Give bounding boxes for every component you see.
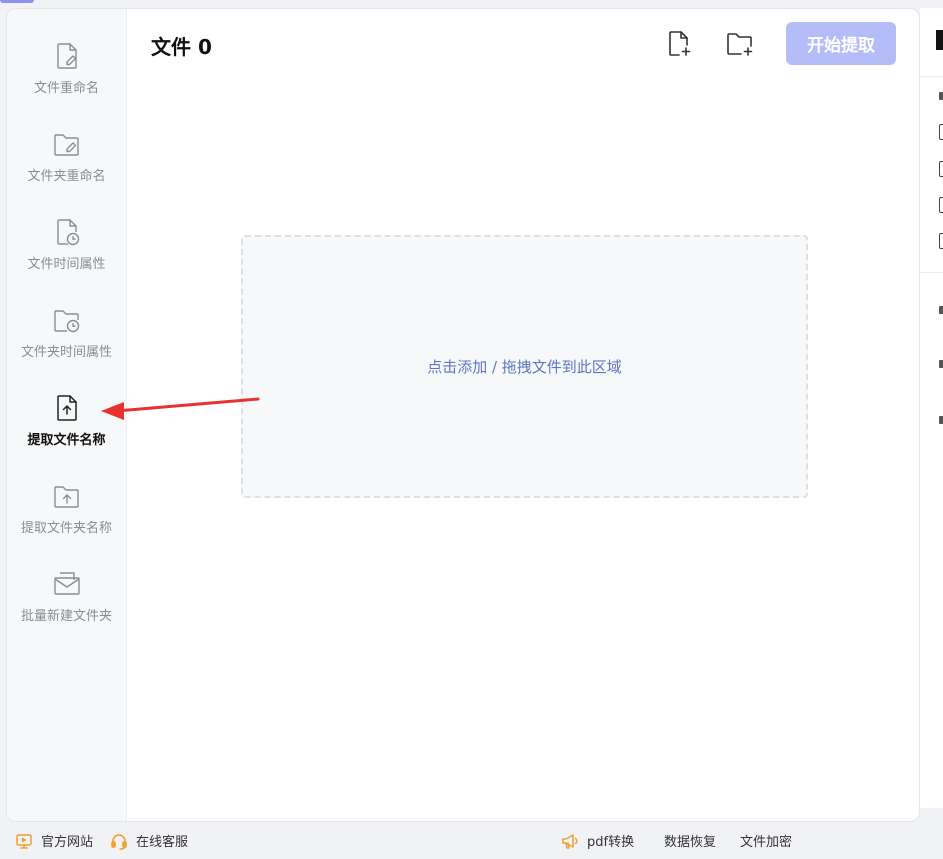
footer-data-recovery-label: 数据恢复 xyxy=(664,835,717,850)
settings-label-fragment xyxy=(939,360,943,368)
sidebar-item-label: 文件夹重命名 xyxy=(27,169,106,184)
settings-panel-title-fragment xyxy=(936,30,943,50)
add-folder-icon[interactable] xyxy=(725,29,755,59)
settings-checkbox[interactable] xyxy=(939,233,943,249)
sidebar-item-label: 提取文件夹名称 xyxy=(20,521,112,536)
footer-official-site[interactable]: 官方网站 xyxy=(15,831,93,850)
settings-checkbox[interactable] xyxy=(939,161,943,177)
footer-file-encrypt[interactable]: 文件加密 xyxy=(740,831,792,850)
folder-upload-icon xyxy=(53,486,79,508)
folder-clock-icon xyxy=(53,310,79,333)
settings-divider xyxy=(920,272,943,273)
footer-pdf-convert-label: pdf转换 xyxy=(587,835,635,850)
sidebar-item-label: 文件时间属性 xyxy=(27,257,106,272)
sidebar-item-folder-rename[interactable]: 文件夹重命名 xyxy=(7,129,126,209)
settings-divider xyxy=(920,76,943,77)
settings-label-fragment xyxy=(939,92,943,100)
main-area: 文件 0 开始提取 点击添加 / 拖拽文件到此区域 xyxy=(127,9,919,821)
file-count-title: 文件 0 xyxy=(151,35,212,59)
footer-bar: 官方网站 在线客服 pdf转换 数据恢复 文件加密 xyxy=(0,822,943,859)
sidebar-item-label: 文件夹时间属性 xyxy=(20,345,112,360)
add-file-icon[interactable] xyxy=(664,29,694,59)
file-drop-zone[interactable]: 点击添加 / 拖拽文件到此区域 xyxy=(241,235,808,498)
sidebar-item-extract-folder-names[interactable]: 提取文件夹名称 xyxy=(7,481,126,561)
sidebar-item-extract-file-names[interactable]: 提取文件名称 xyxy=(7,393,126,473)
footer-data-recovery[interactable]: 数据恢复 xyxy=(664,831,716,850)
sidebar-item-label: 批量新建文件夹 xyxy=(20,609,112,624)
settings-panel xyxy=(920,8,943,808)
sidebar-item-label: 提取文件名称 xyxy=(27,433,106,448)
settings-checkbox[interactable] xyxy=(939,124,943,140)
sidebar-item-folder-time[interactable]: 文件夹时间属性 xyxy=(7,305,126,385)
footer-online-service[interactable]: 在线客服 xyxy=(110,831,188,850)
sidebar-item-file-rename[interactable]: 文件重命名 xyxy=(7,41,126,121)
footer-online-service-label: 在线客服 xyxy=(136,835,189,850)
sidebar-item-label: 文件重命名 xyxy=(33,81,99,96)
settings-label-fragment xyxy=(939,416,943,424)
headset-icon xyxy=(111,833,127,850)
footer-pdf-convert[interactable]: pdf转换 xyxy=(561,831,634,850)
sidebar-item-file-time[interactable]: 文件时间属性 xyxy=(7,217,126,297)
file-upload-icon xyxy=(56,395,77,421)
footer-official-site-label: 官方网站 xyxy=(41,835,94,850)
megaphone-icon xyxy=(562,833,578,849)
app-panel: 文件重命名 文件夹重命名 文件时间属性 文件夹时间属性 提取文件名称 提取文件夹… xyxy=(6,8,920,822)
sidebar-item-batch-new-folder[interactable]: 批量新建文件夹 xyxy=(7,569,126,649)
drop-zone-text: 点击添加 / 拖拽文件到此区域 xyxy=(427,358,622,376)
folder-edit-icon xyxy=(53,134,79,156)
envelope-icon xyxy=(53,572,80,595)
file-clock-icon xyxy=(56,219,79,246)
start-extract-button[interactable]: 开始提取 xyxy=(786,22,896,65)
sidebar: 文件重命名 文件夹重命名 文件时间属性 文件夹时间属性 提取文件名称 提取文件夹… xyxy=(7,9,127,821)
top-accent-bar xyxy=(0,0,34,3)
file-edit-icon xyxy=(56,43,77,69)
footer-file-encrypt-label: 文件加密 xyxy=(740,835,793,850)
settings-checkbox[interactable] xyxy=(939,197,943,213)
settings-label-fragment xyxy=(939,306,943,314)
website-icon xyxy=(16,833,32,849)
